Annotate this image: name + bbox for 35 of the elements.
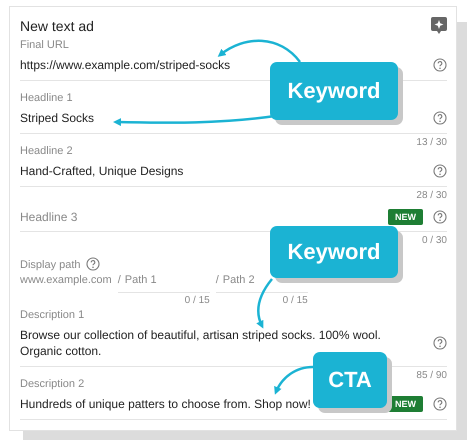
- field-label: Display path: [20, 258, 81, 272]
- text-field[interactable]: https://www.example.com/striped-socks: [20, 57, 230, 73]
- pointer-arrow: [256, 278, 273, 329]
- field-label: Headline 1: [20, 91, 73, 105]
- new-badge: NEW: [388, 396, 423, 412]
- help-icon[interactable]: [433, 210, 447, 224]
- pointer-arrow: [274, 366, 314, 395]
- new-badge: NEW: [388, 209, 423, 225]
- help-icon[interactable]: [433, 397, 447, 411]
- callout-label: CTA: [313, 352, 387, 408]
- text-field[interactable]: Hand-Crafted, Unique Designs: [20, 163, 184, 179]
- domain-text: www.example.com: [20, 273, 112, 288]
- help-icon[interactable]: [433, 58, 447, 72]
- character-counter: 0 / 30: [422, 235, 447, 246]
- add-comment-icon[interactable]: [431, 17, 447, 35]
- help-icon[interactable]: [86, 257, 100, 271]
- field-label: Description 2: [20, 377, 84, 391]
- character-counter: 13 / 30: [416, 137, 447, 148]
- help-icon[interactable]: [433, 111, 447, 125]
- callout-label: Keyword: [270, 226, 398, 278]
- path-field[interactable]: / Path 1: [118, 272, 210, 293]
- field-label: Description 1: [20, 308, 84, 322]
- field-label: Final URL: [20, 38, 69, 52]
- help-icon[interactable]: [433, 164, 447, 178]
- callout-label: Keyword: [270, 62, 398, 120]
- character-counter: 0 / 15: [184, 295, 210, 306]
- character-counter: 28 / 30: [416, 190, 447, 201]
- character-counter: 85 / 90: [416, 370, 447, 381]
- text-field[interactable]: Hundreds of unique patters to choose from. Shop now!: [20, 396, 311, 412]
- help-icon[interactable]: [433, 336, 447, 350]
- character-counter: 0 / 15: [282, 295, 308, 306]
- form-title: New text ad: [20, 17, 94, 35]
- text-field[interactable]: Striped Socks: [20, 110, 94, 126]
- text-field[interactable]: Headline 3: [20, 209, 78, 225]
- field-label: Headline 2: [20, 144, 73, 158]
